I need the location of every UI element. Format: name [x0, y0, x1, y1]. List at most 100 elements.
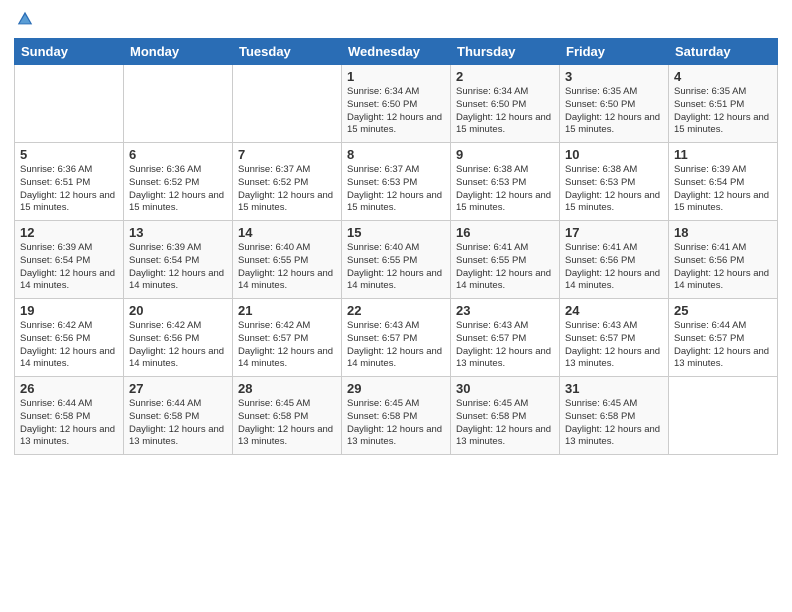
calendar-cell: 15 Sunrise: 6:40 AM Sunset: 6:55 PM Dayli… — [342, 221, 451, 299]
day-info: Sunrise: 6:36 AM Sunset: 6:52 PM Dayligh… — [129, 164, 227, 215]
calendar-cell: 17 Sunrise: 6:41 AM Sunset: 6:56 PM Dayli… — [560, 221, 669, 299]
header-day-saturday: Saturday — [669, 39, 778, 65]
header-day-tuesday: Tuesday — [233, 39, 342, 65]
day-info: Sunrise: 6:38 AM Sunset: 6:53 PM Dayligh… — [565, 164, 663, 215]
calendar-cell: 13Sunrise: 6:39 AM Sunset: 6:54 PM Dayli… — [124, 221, 233, 299]
calendar-cell: 3Sunrise: 6:35 AM Sunset: 6:50 PM Daylig… — [560, 65, 669, 143]
calendar-cell: 2 Sunrise: 6:34 AM Sunset: 6:50 PM Daylig… — [451, 65, 560, 143]
page: SundayMondayTuesdayWednesdayThursdayFrid… — [0, 0, 792, 612]
day-number: 17 — [565, 225, 663, 240]
day-number: 22 — [347, 303, 445, 318]
day-info: Sunrise: 6:40 AM Sunset: 6:55 PM Dayligh… — [347, 242, 445, 293]
day-info: Sunrise: 6:44 AM Sunset: 6:58 PM Dayligh… — [129, 398, 227, 449]
calendar-cell: 16 Sunrise: 6:41 AM Sunset: 6:55 PM Dayli… — [451, 221, 560, 299]
day-info: Sunrise: 6:35 AM Sunset: 6:51 PM Dayligh… — [674, 86, 772, 137]
calendar-cell: 29 Sunrise: 6:45 AM Sunset: 6:58 PM Dayli… — [342, 377, 451, 455]
calendar-cell: 24 Sunrise: 6:43 AM Sunset: 6:57 PM Dayli… — [560, 299, 669, 377]
calendar-cell: 12 Sunrise: 6:39 AM Sunset: 6:54 PM Dayli… — [15, 221, 124, 299]
day-number: 10 — [565, 147, 663, 162]
calendar-cell: 26 Sunrise: 6:44 AM Sunset: 6:58 PM Dayli… — [15, 377, 124, 455]
header-day-sunday: Sunday — [15, 39, 124, 65]
calendar-cell: 11 Sunrise: 6:39 AM Sunset: 6:54 PM Dayli… — [669, 143, 778, 221]
logo-icon — [16, 10, 34, 28]
day-number: 5 — [20, 147, 118, 162]
day-number: 8 — [347, 147, 445, 162]
header — [14, 10, 778, 30]
day-number: 6 — [129, 147, 227, 162]
day-number: 15 — [347, 225, 445, 240]
day-info: Sunrise: 6:37 AM Sunset: 6:52 PM Dayligh… — [238, 164, 336, 215]
day-info: Sunrise: 6:39 AM Sunset: 6:54 PM Dayligh… — [20, 242, 118, 293]
calendar-cell: 5 Sunrise: 6:36 AM Sunset: 6:51 PM Daylig… — [15, 143, 124, 221]
calendar-cell: 9 Sunrise: 6:38 AM Sunset: 6:53 PM Daylig… — [451, 143, 560, 221]
day-info: Sunrise: 6:44 AM Sunset: 6:58 PM Dayligh… — [20, 398, 118, 449]
day-info: Sunrise: 6:34 AM Sunset: 6:50 PM Dayligh… — [456, 86, 554, 137]
week-row-1: 5 Sunrise: 6:36 AM Sunset: 6:51 PM Daylig… — [15, 143, 778, 221]
calendar-cell: 14 Sunrise: 6:40 AM Sunset: 6:55 PM Dayli… — [233, 221, 342, 299]
day-info: Sunrise: 6:42 AM Sunset: 6:56 PM Dayligh… — [129, 320, 227, 371]
day-info: Sunrise: 6:43 AM Sunset: 6:57 PM Dayligh… — [347, 320, 445, 371]
day-info: Sunrise: 6:40 AM Sunset: 6:55 PM Dayligh… — [238, 242, 336, 293]
calendar-cell: 8 Sunrise: 6:37 AM Sunset: 6:53 PM Daylig… — [342, 143, 451, 221]
day-number: 19 — [20, 303, 118, 318]
calendar-cell: 23 Sunrise: 6:43 AM Sunset: 6:57 PM Dayli… — [451, 299, 560, 377]
calendar-cell — [15, 65, 124, 143]
calendar-cell: 4 Sunrise: 6:35 AM Sunset: 6:51 PM Daylig… — [669, 65, 778, 143]
calendar-cell: 1 Sunrise: 6:34 AM Sunset: 6:50 PM Daylig… — [342, 65, 451, 143]
day-number: 29 — [347, 381, 445, 396]
day-number: 4 — [674, 69, 772, 84]
day-number: 2 — [456, 69, 554, 84]
day-number: 23 — [456, 303, 554, 318]
calendar-cell: 31 Sunrise: 6:45 AM Sunset: 6:58 PM Dayli… — [560, 377, 669, 455]
calendar-cell: 22 Sunrise: 6:43 AM Sunset: 6:57 PM Dayli… — [342, 299, 451, 377]
week-row-3: 19 Sunrise: 6:42 AM Sunset: 6:56 PM Dayli… — [15, 299, 778, 377]
day-number: 24 — [565, 303, 663, 318]
day-info: Sunrise: 6:34 AM Sunset: 6:50 PM Dayligh… — [347, 86, 445, 137]
day-number: 20 — [129, 303, 227, 318]
calendar-cell: 20 Sunrise: 6:42 AM Sunset: 6:56 PM Dayli… — [124, 299, 233, 377]
header-day-monday: Monday — [124, 39, 233, 65]
day-number: 1 — [347, 69, 445, 84]
calendar-cell: 21 Sunrise: 6:42 AM Sunset: 6:57 PM Dayli… — [233, 299, 342, 377]
day-info: Sunrise: 6:45 AM Sunset: 6:58 PM Dayligh… — [238, 398, 336, 449]
day-number: 12 — [20, 225, 118, 240]
calendar-cell: 7Sunrise: 6:37 AM Sunset: 6:52 PM Daylig… — [233, 143, 342, 221]
calendar-cell: 10 Sunrise: 6:38 AM Sunset: 6:53 PM Dayli… — [560, 143, 669, 221]
day-number: 30 — [456, 381, 554, 396]
day-info: Sunrise: 6:44 AM Sunset: 6:57 PM Dayligh… — [674, 320, 772, 371]
header-day-thursday: Thursday — [451, 39, 560, 65]
day-info: Sunrise: 6:39 AM Sunset: 6:54 PM Dayligh… — [674, 164, 772, 215]
day-info: Sunrise: 6:41 AM Sunset: 6:55 PM Dayligh… — [456, 242, 554, 293]
header-day-wednesday: Wednesday — [342, 39, 451, 65]
calendar-cell: 30Sunrise: 6:45 AM Sunset: 6:58 PM Dayli… — [451, 377, 560, 455]
week-row-4: 26 Sunrise: 6:44 AM Sunset: 6:58 PM Dayli… — [15, 377, 778, 455]
calendar-cell: 28Sunrise: 6:45 AM Sunset: 6:58 PM Dayli… — [233, 377, 342, 455]
day-number: 21 — [238, 303, 336, 318]
day-number: 31 — [565, 381, 663, 396]
calendar-cell: 19Sunrise: 6:42 AM Sunset: 6:56 PM Dayli… — [15, 299, 124, 377]
day-info: Sunrise: 6:35 AM Sunset: 6:50 PM Dayligh… — [565, 86, 663, 137]
calendar-table: SundayMondayTuesdayWednesdayThursdayFrid… — [14, 38, 778, 455]
day-number: 14 — [238, 225, 336, 240]
day-info: Sunrise: 6:43 AM Sunset: 6:57 PM Dayligh… — [456, 320, 554, 371]
day-info: Sunrise: 6:37 AM Sunset: 6:53 PM Dayligh… — [347, 164, 445, 215]
day-info: Sunrise: 6:41 AM Sunset: 6:56 PM Dayligh… — [674, 242, 772, 293]
calendar-cell — [669, 377, 778, 455]
day-info: Sunrise: 6:36 AM Sunset: 6:51 PM Dayligh… — [20, 164, 118, 215]
day-info: Sunrise: 6:43 AM Sunset: 6:57 PM Dayligh… — [565, 320, 663, 371]
logo — [14, 10, 34, 30]
day-info: Sunrise: 6:45 AM Sunset: 6:58 PM Dayligh… — [347, 398, 445, 449]
calendar-cell: 27Sunrise: 6:44 AM Sunset: 6:58 PM Dayli… — [124, 377, 233, 455]
day-number: 11 — [674, 147, 772, 162]
day-info: Sunrise: 6:41 AM Sunset: 6:56 PM Dayligh… — [565, 242, 663, 293]
day-info: Sunrise: 6:38 AM Sunset: 6:53 PM Dayligh… — [456, 164, 554, 215]
week-row-0: 1 Sunrise: 6:34 AM Sunset: 6:50 PM Daylig… — [15, 65, 778, 143]
calendar-cell: 25Sunrise: 6:44 AM Sunset: 6:57 PM Dayli… — [669, 299, 778, 377]
calendar-cell — [124, 65, 233, 143]
day-number: 9 — [456, 147, 554, 162]
day-number: 26 — [20, 381, 118, 396]
calendar-cell — [233, 65, 342, 143]
day-info: Sunrise: 6:42 AM Sunset: 6:57 PM Dayligh… — [238, 320, 336, 371]
day-number: 16 — [456, 225, 554, 240]
day-info: Sunrise: 6:45 AM Sunset: 6:58 PM Dayligh… — [565, 398, 663, 449]
